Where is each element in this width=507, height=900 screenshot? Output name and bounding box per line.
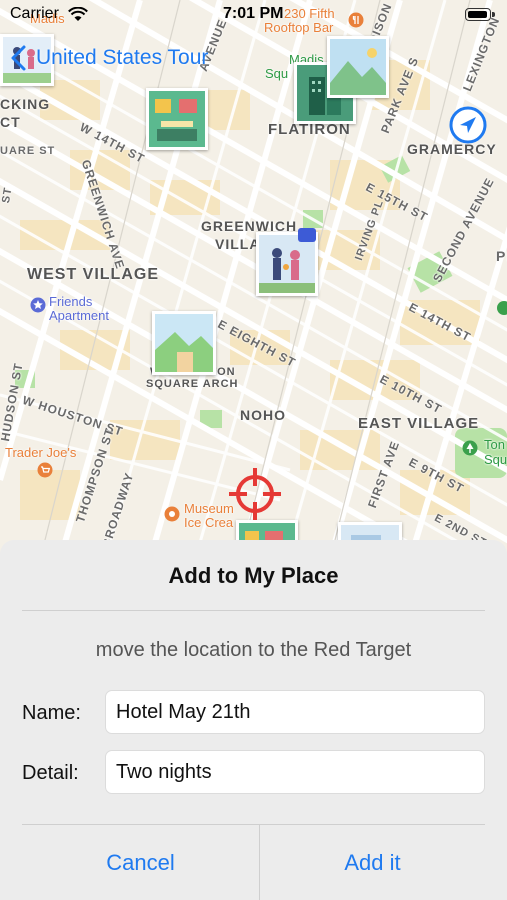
location-arrow-icon[interactable] (448, 105, 488, 145)
landscape-icon (330, 39, 386, 95)
chevron-left-icon (11, 45, 26, 71)
poi-tompkins-line1: Ton (484, 437, 505, 452)
map-view[interactable]: FLATIRON GRAMERCY WEST VILLAGE GREENWICH… (0, 0, 507, 560)
carrier-label: Carrier (10, 5, 59, 22)
family-icon (259, 235, 315, 293)
poi-tompkins-line2: Squ (484, 452, 507, 467)
bus-stop-icon (298, 228, 316, 242)
poi-museum-line2: Ice Crea (184, 515, 234, 530)
poi-friends-line2: Apartment (49, 308, 109, 323)
status-bar: Carrier 7:01 PM (0, 0, 507, 30)
park-scene-icon (155, 314, 213, 372)
star-pin-icon[interactable] (30, 297, 46, 313)
detail-input[interactable] (105, 750, 485, 794)
wifi-icon (68, 7, 88, 21)
park-icon[interactable] (462, 440, 478, 456)
gallery-icon (149, 91, 205, 147)
name-input[interactable] (105, 690, 485, 734)
label-washington-2: SQUARE ARCH (146, 378, 239, 390)
sheet-title: Add to My Place (168, 563, 339, 588)
map-pin-photo-park[interactable] (152, 311, 216, 375)
back-button[interactable]: United States Tour (0, 34, 208, 82)
map-pin-photo-landscape[interactable] (327, 36, 389, 98)
street-pe: PE (496, 248, 507, 264)
red-target-crosshair-icon (229, 468, 281, 520)
map-pin-photo-museum[interactable] (146, 88, 208, 150)
museum-icon[interactable] (164, 506, 180, 522)
add-it-button[interactable]: Add it (260, 825, 485, 900)
add-place-sheet: Add to My Place move the location to the… (0, 540, 507, 900)
cancel-button[interactable]: Cancel (22, 825, 259, 900)
label-noho: NOHO (240, 407, 286, 423)
sheet-divider-top (22, 610, 485, 611)
street-square: UARE ST (0, 145, 56, 157)
battery-icon (465, 8, 495, 21)
poi-madison-sq-line2: Squ (265, 66, 289, 81)
label-east-village: EAST VILLAGE (358, 415, 480, 432)
label-packing-1: CKING (0, 96, 51, 112)
park-icon-edge[interactable] (496, 300, 507, 316)
status-time: 7:01 PM (223, 5, 284, 22)
detail-label: Detail: (22, 762, 79, 784)
sheet-instruction: move the location to the Red Target (95, 639, 412, 661)
label-packing-2: CT (0, 114, 21, 130)
poi-friends-line1: Friends (49, 294, 93, 309)
name-label: Name: (22, 702, 81, 724)
back-button-label: United States Tour (36, 46, 209, 69)
cart-icon[interactable] (37, 462, 53, 478)
poi-traderjoes: Trader Joe's (5, 445, 77, 460)
label-greenwich-2: VILLA (215, 236, 261, 252)
label-west-village: WEST VILLAGE (27, 266, 159, 283)
